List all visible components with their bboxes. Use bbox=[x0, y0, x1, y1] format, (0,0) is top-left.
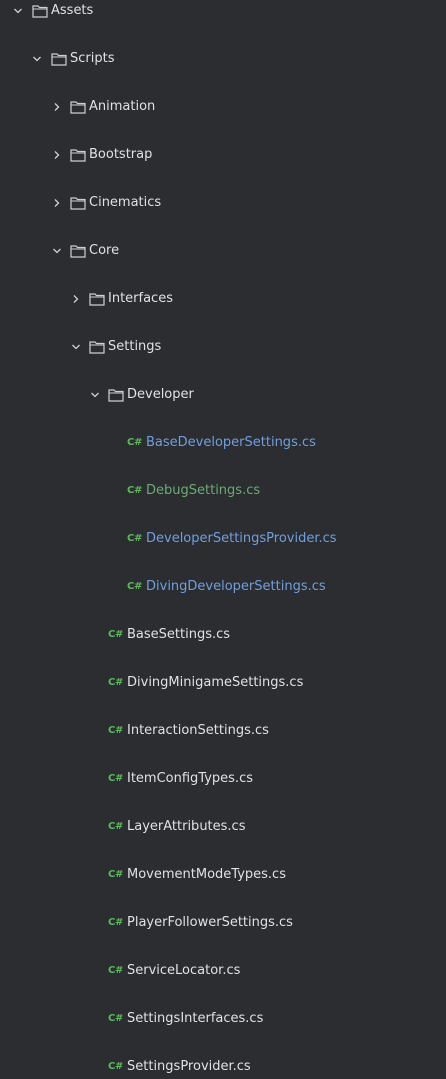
tree-node-animation[interactable]: Animation bbox=[0, 95, 446, 119]
tree-label: Core bbox=[89, 243, 120, 258]
csharp-file-icon: C# bbox=[108, 725, 124, 736]
tree-file-layer-attributes[interactable]: C# LayerAttributes.cs bbox=[0, 815, 446, 839]
csharp-file-icon: C# bbox=[108, 677, 124, 688]
tree-label: Bootstrap bbox=[89, 147, 153, 162]
file-label: MovementModeTypes.cs bbox=[127, 867, 286, 882]
chevron-right-icon[interactable] bbox=[51, 95, 63, 119]
chevron-right-icon[interactable] bbox=[51, 191, 63, 215]
file-label: DeveloperSettingsProvider.cs bbox=[146, 531, 337, 546]
csharp-file-icon: C# bbox=[127, 485, 143, 496]
tree-node-interfaces[interactable]: Interfaces bbox=[0, 287, 446, 311]
tree-label: Assets bbox=[51, 3, 94, 18]
folder-icon bbox=[70, 239, 86, 263]
csharp-file-icon: C# bbox=[108, 1013, 124, 1024]
tree-file-base-developer-settings[interactable]: C# BaseDeveloperSettings.cs bbox=[0, 431, 446, 455]
csharp-file-icon: C# bbox=[108, 821, 124, 832]
tree-file-movement-mode-types[interactable]: C# MovementModeTypes.cs bbox=[0, 863, 446, 887]
chevron-down-icon[interactable] bbox=[89, 383, 101, 407]
project-tree: Assets Scripts Animation Bootstrap Cinem… bbox=[0, 0, 446, 1074]
file-label: ItemConfigTypes.cs bbox=[127, 771, 253, 786]
tree-node-scripts[interactable]: Scripts bbox=[0, 47, 446, 71]
file-label: DebugSettings.cs bbox=[146, 483, 261, 498]
tree-file-debug-settings[interactable]: C# DebugSettings.cs bbox=[0, 479, 446, 503]
folder-icon bbox=[70, 191, 86, 215]
csharp-file-icon: C# bbox=[108, 629, 124, 640]
tree-file-developer-settings-provider[interactable]: C# DeveloperSettingsProvider.cs bbox=[0, 527, 446, 551]
csharp-file-icon: C# bbox=[108, 917, 124, 928]
folder-icon bbox=[89, 287, 105, 311]
tree-node-core[interactable]: Core bbox=[0, 239, 446, 263]
chevron-down-icon[interactable] bbox=[51, 239, 63, 263]
tree-label: Developer bbox=[127, 387, 194, 402]
chevron-down-icon[interactable] bbox=[12, 0, 24, 23]
tree-label: Settings bbox=[108, 339, 162, 354]
file-label: PlayerFollowerSettings.cs bbox=[127, 915, 293, 930]
csharp-file-icon: C# bbox=[127, 533, 143, 544]
tree-file-item-config-types[interactable]: C# ItemConfigTypes.cs bbox=[0, 767, 446, 791]
tree-node-bootstrap[interactable]: Bootstrap bbox=[0, 143, 446, 167]
file-label: InteractionSettings.cs bbox=[127, 723, 269, 738]
file-label: DivingDeveloperSettings.cs bbox=[146, 579, 326, 594]
tree-node-settings[interactable]: Settings bbox=[0, 335, 446, 359]
file-label: DivingMinigameSettings.cs bbox=[127, 675, 304, 690]
chevron-down-icon[interactable] bbox=[31, 47, 43, 71]
tree-label: Interfaces bbox=[108, 291, 173, 306]
tree-file-base-settings[interactable]: C# BaseSettings.cs bbox=[0, 623, 446, 647]
tree-node-cinematics[interactable]: Cinematics bbox=[0, 191, 446, 215]
folder-icon bbox=[51, 47, 67, 71]
tree-label: Cinematics bbox=[89, 195, 162, 210]
folder-icon bbox=[32, 0, 48, 23]
tree-file-interaction-settings[interactable]: C# InteractionSettings.cs bbox=[0, 719, 446, 743]
tree-label: Animation bbox=[89, 99, 156, 114]
chevron-down-icon[interactable] bbox=[70, 335, 82, 359]
folder-icon bbox=[108, 383, 124, 407]
csharp-file-icon: C# bbox=[108, 869, 124, 880]
tree-node-developer[interactable]: Developer bbox=[0, 383, 446, 407]
csharp-file-icon: C# bbox=[108, 1061, 124, 1072]
tree-file-settings-provider[interactable]: C# SettingsProvider.cs bbox=[0, 1055, 446, 1079]
folder-icon bbox=[89, 335, 105, 359]
chevron-right-icon[interactable] bbox=[51, 143, 63, 167]
csharp-file-icon: C# bbox=[108, 965, 124, 976]
file-label: ServiceLocator.cs bbox=[127, 963, 241, 978]
tree-label: Scripts bbox=[70, 51, 115, 66]
chevron-right-icon[interactable] bbox=[70, 287, 82, 311]
tree-file-diving-minigame-settings[interactable]: C# DivingMinigameSettings.cs bbox=[0, 671, 446, 695]
file-label: LayerAttributes.cs bbox=[127, 819, 246, 834]
file-label: BaseSettings.cs bbox=[127, 627, 231, 642]
tree-file-service-locator[interactable]: C# ServiceLocator.cs bbox=[0, 959, 446, 983]
tree-node-assets[interactable]: Assets bbox=[0, 0, 446, 23]
tree-file-settings-interfaces[interactable]: C# SettingsInterfaces.cs bbox=[0, 1007, 446, 1031]
csharp-file-icon: C# bbox=[127, 581, 143, 592]
file-label: SettingsProvider.cs bbox=[127, 1059, 251, 1074]
file-label: SettingsInterfaces.cs bbox=[127, 1011, 264, 1026]
csharp-file-icon: C# bbox=[108, 773, 124, 784]
tree-file-diving-developer-settings[interactable]: C# DivingDeveloperSettings.cs bbox=[0, 575, 446, 599]
file-label: BaseDeveloperSettings.cs bbox=[146, 435, 316, 450]
csharp-file-icon: C# bbox=[127, 437, 143, 448]
tree-file-player-follower-settings[interactable]: C# PlayerFollowerSettings.cs bbox=[0, 911, 446, 935]
folder-icon bbox=[70, 95, 86, 119]
folder-icon bbox=[70, 143, 86, 167]
